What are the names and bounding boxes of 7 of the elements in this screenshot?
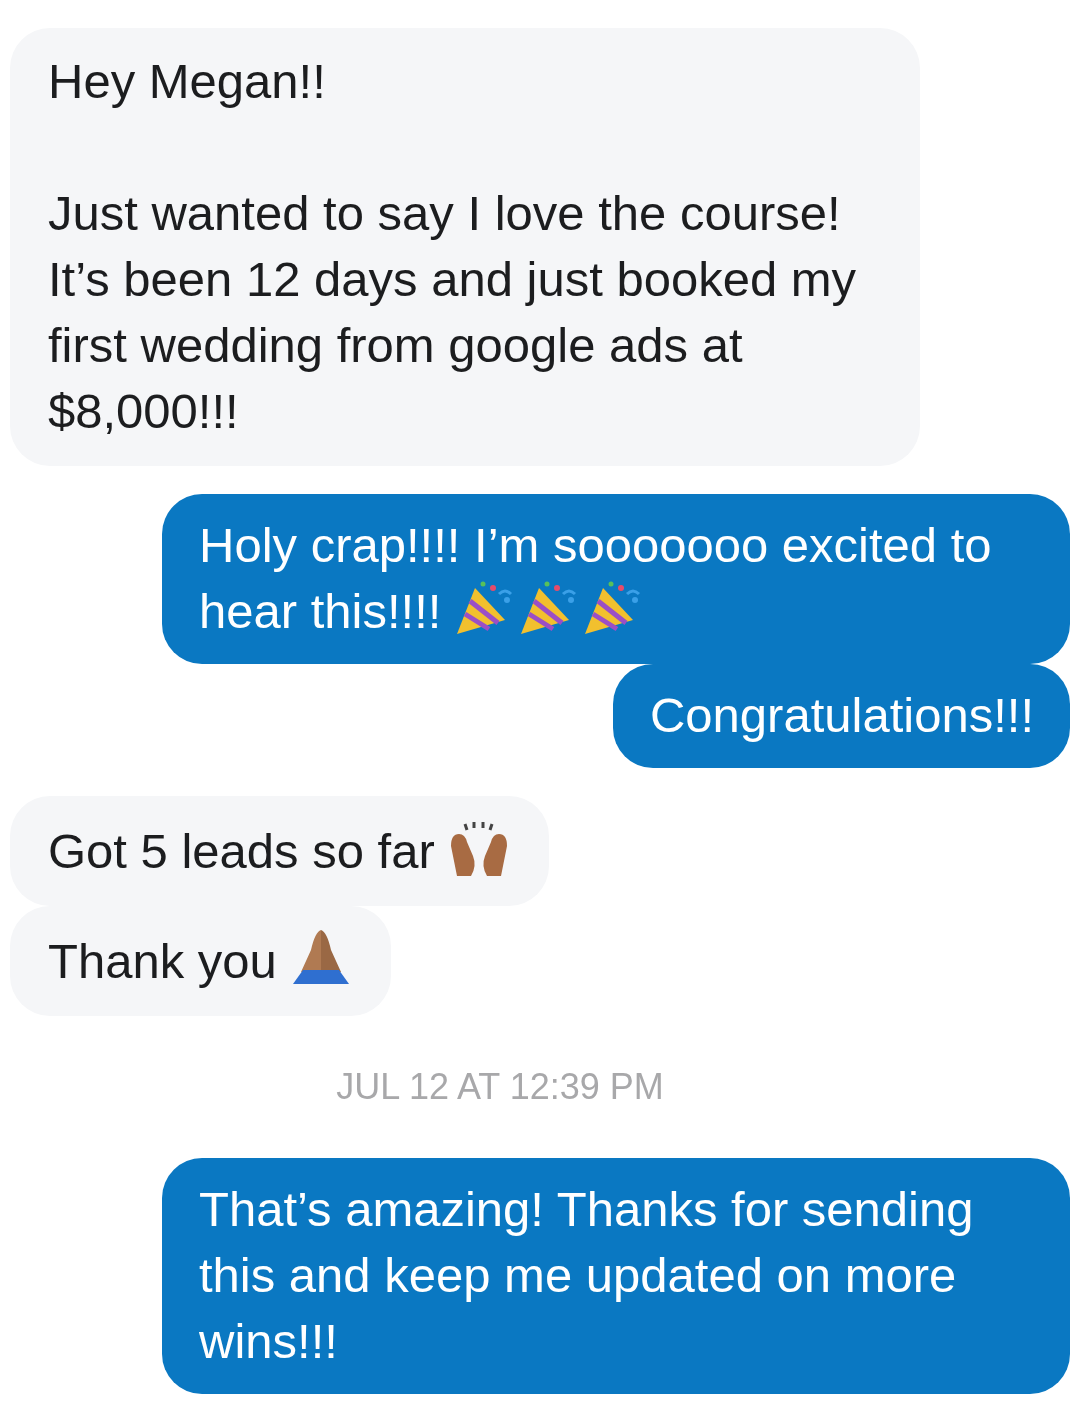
- received-message-bubble: Hey Megan!! Just wanted to say I love the course! It’s been 12 days and just booked my first wedding from google ads at $8,000!!!: [10, 28, 920, 466]
- received-message-bubble: Thank you: [10, 906, 391, 1016]
- sent-message-bubble: Holy crap!!!! I’m sooooooo excited to hear this!!!!: [162, 494, 1070, 664]
- timestamp: JUL 12 AT 12:39 PM: [336, 1066, 664, 1108]
- sent-message-bubble: Congratulations!!!: [612, 664, 1070, 768]
- sent-message-bubble: That’s amazing! Thanks for sending this and keep me updated on more wins!!!: [162, 1158, 1070, 1394]
- received-message-bubble: Got 5 leads so far: [10, 796, 549, 906]
